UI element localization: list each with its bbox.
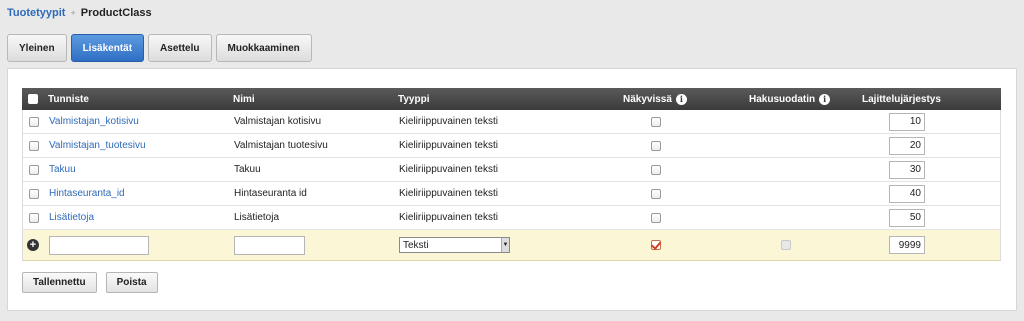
- header-tunniste: Tunniste: [48, 93, 89, 105]
- table-row: Lisätietoja Lisätietoja Kieliriippuvaine…: [22, 206, 1001, 230]
- dropdown-arrow-icon: ▼: [501, 238, 509, 252]
- field-type: Kieliriippuvainen teksti: [399, 212, 498, 223]
- visible-checkbox[interactable]: [651, 140, 661, 151]
- visible-checkbox[interactable]: [651, 164, 661, 175]
- field-name: Valmistajan kotisivu: [234, 116, 322, 127]
- field-type: Kieliriippuvainen teksti: [399, 188, 498, 199]
- content-panel: Tunniste Nimi Tyyppi Näkyvissä i Hakusuo…: [7, 68, 1017, 311]
- new-filter-checkbox[interactable]: [781, 240, 791, 250]
- new-type-selected-value: Teksti: [403, 239, 429, 251]
- breadcrumb-separator: +: [70, 8, 76, 18]
- breadcrumb: Tuotetyypit + ProductClass: [7, 6, 152, 20]
- header-hakusuodatin: Hakusuodatin i: [749, 88, 831, 110]
- field-id-link[interactable]: Valmistajan_kotisivu: [49, 116, 139, 127]
- new-name-input[interactable]: [234, 236, 305, 255]
- table-row: Hintaseuranta_id Hintaseuranta id Kielir…: [22, 182, 1001, 206]
- field-id-link[interactable]: Lisätietoja: [49, 212, 94, 223]
- field-type: Kieliriippuvainen teksti: [399, 164, 498, 175]
- field-id-link[interactable]: Hintaseuranta_id: [49, 188, 125, 199]
- field-id-link[interactable]: Takuu: [49, 164, 76, 175]
- row-select-checkbox[interactable]: [29, 212, 39, 223]
- breadcrumb-parent-link[interactable]: Tuotetyypit: [7, 7, 65, 19]
- header-hakusuodatin-label: Hakusuodatin: [749, 93, 816, 105]
- action-bar: Tallennettu Poista: [22, 272, 158, 293]
- field-name: Lisätietoja: [234, 212, 280, 223]
- new-field-row: + Teksti ▼ 9999: [22, 230, 1001, 261]
- header-lajittelujarjestys: Lajittelujärjestys: [862, 93, 941, 105]
- select-all-checkbox[interactable]: [28, 94, 38, 104]
- new-visible-checkbox[interactable]: [651, 240, 661, 250]
- sort-order-input[interactable]: 40: [889, 184, 925, 203]
- tab-muokkaaminen[interactable]: Muokkaaminen: [215, 34, 312, 62]
- sort-order-input[interactable]: 20: [889, 136, 925, 155]
- field-name: Valmistajan tuotesivu: [234, 140, 328, 151]
- new-id-input[interactable]: [49, 236, 149, 255]
- field-type: Kieliriippuvainen teksti: [399, 140, 498, 151]
- row-select-checkbox[interactable]: [29, 188, 39, 199]
- visible-checkbox[interactable]: [651, 116, 661, 127]
- add-circle-icon[interactable]: +: [27, 239, 39, 251]
- header-nimi: Nimi: [233, 93, 255, 105]
- delete-button[interactable]: Poista: [105, 272, 158, 293]
- tab-lisakentat[interactable]: Lisäkentät: [70, 34, 145, 62]
- sort-order-input[interactable]: 50: [889, 208, 925, 227]
- header-nakyvissa: Näkyvissä i: [623, 88, 687, 110]
- info-icon[interactable]: i: [819, 93, 831, 105]
- field-type: Kieliriippuvainen teksti: [399, 116, 498, 127]
- field-id-link[interactable]: Valmistajan_tuotesivu: [49, 140, 146, 151]
- tab-yleinen[interactable]: Yleinen: [7, 34, 67, 62]
- visible-checkbox[interactable]: [651, 212, 661, 223]
- sort-order-input[interactable]: 30: [889, 160, 925, 179]
- field-name: Takuu: [234, 164, 261, 175]
- row-select-checkbox[interactable]: [29, 116, 39, 127]
- new-type-select[interactable]: Teksti ▼: [399, 237, 510, 253]
- fields-table: Tunniste Nimi Tyyppi Näkyvissä i Hakusuo…: [22, 88, 1001, 261]
- sort-order-input[interactable]: 10: [889, 112, 925, 131]
- field-name: Hintaseuranta id: [234, 188, 307, 199]
- row-select-checkbox[interactable]: [29, 164, 39, 175]
- tab-bar: Yleinen Lisäkentät Asettelu Muokkaaminen: [7, 34, 312, 62]
- row-select-checkbox[interactable]: [29, 140, 39, 151]
- header-tyyppi: Tyyppi: [398, 93, 430, 105]
- table-row: Takuu Takuu Kieliriippuvainen teksti 30: [22, 158, 1001, 182]
- info-icon[interactable]: i: [675, 93, 687, 105]
- new-sort-order-input[interactable]: 9999: [889, 236, 925, 254]
- tab-asettelu[interactable]: Asettelu: [148, 34, 212, 62]
- table-header: Tunniste Nimi Tyyppi Näkyvissä i Hakusuo…: [22, 88, 1001, 110]
- table-row: Valmistajan_tuotesivu Valmistajan tuotes…: [22, 134, 1001, 158]
- header-nakyvissa-label: Näkyvissä: [623, 93, 672, 105]
- save-button[interactable]: Tallennettu: [22, 272, 97, 293]
- breadcrumb-current: ProductClass: [80, 7, 152, 19]
- table-row: Valmistajan_kotisivu Valmistajan kotisiv…: [22, 110, 1001, 134]
- visible-checkbox[interactable]: [651, 188, 661, 199]
